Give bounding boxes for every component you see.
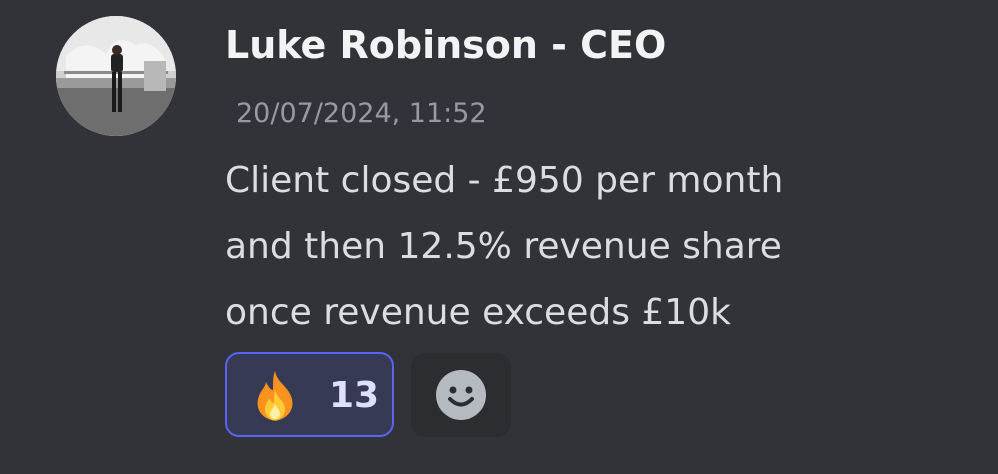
avatar-image bbox=[56, 16, 176, 136]
author-name[interactable]: Luke Robinson - CEO bbox=[225, 20, 666, 70]
smile-face-icon bbox=[436, 370, 486, 420]
add-reaction-button[interactable] bbox=[411, 353, 511, 437]
message-line: Client closed - £950 per month bbox=[225, 160, 784, 201]
avatar[interactable] bbox=[56, 16, 176, 136]
message-line: once revenue exceeds £10k bbox=[225, 292, 731, 333]
message-content: Client closed - £950 per month and then … bbox=[225, 148, 945, 346]
reaction-fire-button[interactable]: 13 bbox=[225, 352, 394, 437]
message-line: and then 12.5% revenue share bbox=[225, 226, 782, 267]
fire-emoji-icon bbox=[257, 371, 293, 421]
reaction-count: 13 bbox=[329, 375, 380, 416]
message-timestamp: 20/07/2024, 11:52 bbox=[236, 98, 487, 129]
message-container: Luke Robinson - CEO 20/07/2024, 11:52 Cl… bbox=[0, 0, 998, 474]
